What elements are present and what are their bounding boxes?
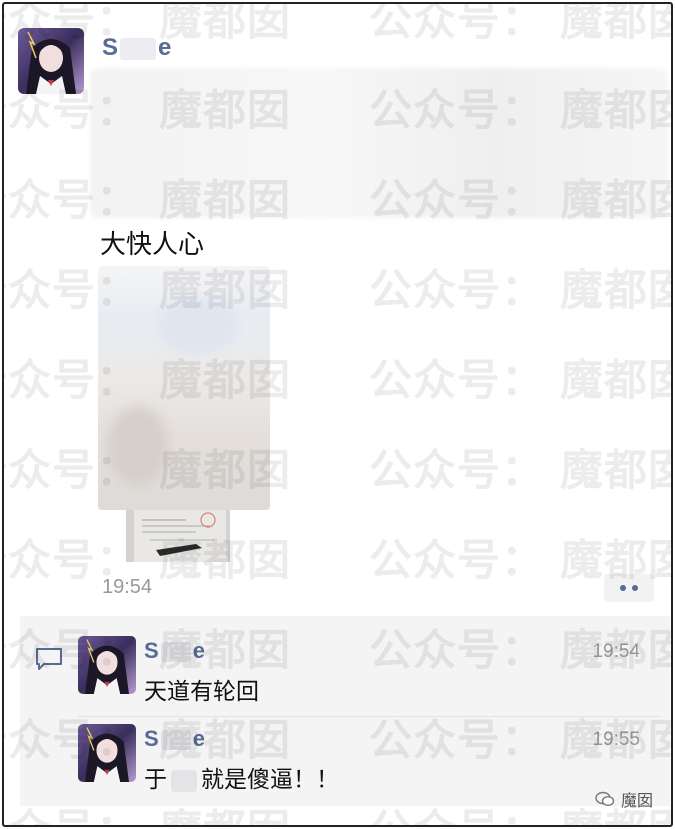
redacted-name-mask [160,642,191,663]
commenter-name[interactable]: Se [144,726,205,752]
source-label: 魔囡 [620,791,653,810]
watermark-text: 公众号： [369,356,545,406]
watermark-text: 魔都囡 [159,2,291,46]
commenter-name[interactable]: Se [144,638,205,664]
document-photo-icon [126,510,230,562]
wechat-icon [595,791,615,807]
comment-text: 天道有轮回 [144,679,259,705]
redacted-name-mask [171,769,197,792]
ellipsis-icon [620,585,626,591]
blurred-content [90,68,668,218]
author-name-end: e [192,638,205,663]
avatar-illustration-icon [78,724,136,782]
comment-text-start: 于 [144,767,167,793]
post-text: 大快人心 [100,230,205,260]
post-image[interactable] [98,266,270,510]
watermark-text: 魔都囡 [560,266,671,316]
post-timestamp: 19:54 [102,576,153,598]
comment-item: Se 19:54 天道有轮回 [20,626,670,718]
author-name-end: e [192,726,205,751]
comment-text-end: 就是傻逼！！ [201,767,339,793]
author-name-start: S [144,726,159,751]
blurred-photo-icon [98,266,270,510]
comment-item: Se 19:55 于 就是傻逼！！ [20,716,670,808]
commenter-avatar[interactable] [78,636,136,694]
post-author-avatar[interactable] [18,28,84,94]
watermark-text: 公众号： [369,536,545,586]
commenter-avatar[interactable] [78,724,136,782]
redacted-name-mask [160,730,191,751]
redacted-name-mask [120,37,157,60]
post-author-name[interactable]: Se [102,34,171,62]
comment-text: 于 就是傻逼！！ [144,760,339,794]
watermark-text: 魔都囡 [560,356,671,406]
moments-post: Se 大快人心 19:54 S e 19:54 天道有轮回 S e 19:55 … [2,2,673,827]
comments-section: Se 19:54 天道有轮回 Se 19:55 于 就是傻逼！！ [20,616,670,806]
post-image-document[interactable] [126,510,230,562]
source-tag: 魔囡 [595,787,653,811]
watermark-text: 公众号： [369,446,545,496]
avatar-illustration-icon [78,636,136,694]
author-name-start: S [144,638,159,663]
comment-timestamp: 19:55 [592,729,640,750]
avatar-illustration-icon [18,28,84,94]
watermark-text: 魔都囡 [560,446,671,496]
ellipsis-icon [632,585,638,591]
comment-timestamp: 19:54 [592,641,640,662]
author-name-start: S [102,34,119,61]
more-actions-button[interactable] [604,574,654,602]
watermark-text: 公众号： [369,266,545,316]
author-name-end: e [158,34,172,61]
watermark-text: 魔都囡 [560,2,671,46]
watermark-text: 公众号： [369,2,545,46]
